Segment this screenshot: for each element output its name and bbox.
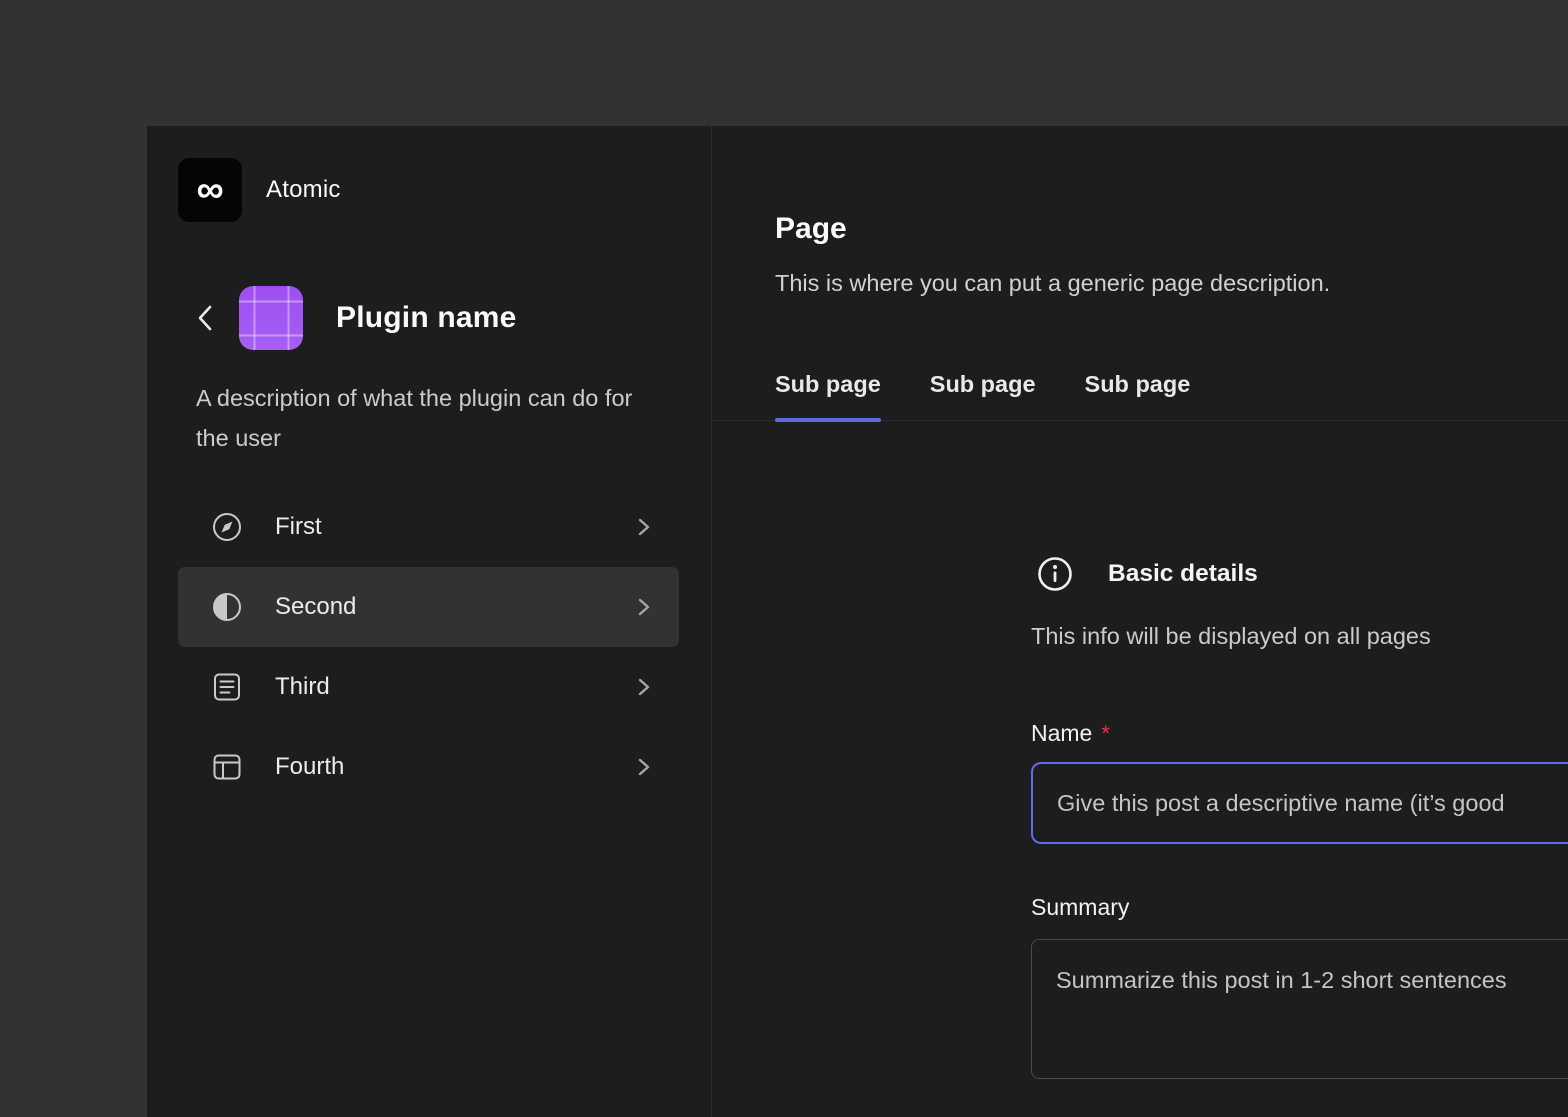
sidebar-item-label: Fourth [275,753,344,781]
sidebar-item-first[interactable]: First [178,487,679,567]
tab-bar: Sub page Sub page Sub page [775,371,1190,420]
chevron-left-icon [195,303,215,333]
sidebar-item-third[interactable]: Third [178,647,679,727]
tab-sub-page-2[interactable]: Sub page [930,371,1036,420]
name-field-label: Name* [1031,728,1110,745]
page-header: Page This is where you can put a generic… [713,126,1568,421]
page-title: Page [775,212,847,246]
tab-label: Sub page [1085,371,1191,397]
sidebar-item-fourth[interactable]: Fourth [178,727,679,807]
active-tab-underline [775,418,881,422]
info-icon [1037,556,1073,592]
page-description: This is where you can put a generic page… [775,270,1330,297]
section-subtitle: This info will be displayed on all pages [1031,622,1568,650]
sidebar-item-label: Second [275,593,356,621]
sidebar-item-label: Third [275,673,330,701]
sidebar: ∞ Atomic [147,126,712,1117]
app-window: ∞ Atomic [147,126,1568,1117]
section-title: Basic details [1108,560,1258,588]
summary-textarea[interactable] [1031,939,1568,1079]
brand-row: ∞ Atomic [178,158,341,222]
compass-icon [211,511,243,543]
infinity-icon: ∞ [178,158,242,222]
document-icon [211,671,243,703]
plugin-header: Plugin name [147,286,711,350]
required-asterisk: * [1101,721,1110,746]
back-button[interactable] [191,302,219,334]
main-content: Page This is where you can put a generic… [713,126,1568,1117]
basic-details-section: Basic details This info will be displaye… [1031,556,1568,1079]
brand-name: Atomic [266,176,341,204]
plugin-grid-icon [239,286,303,350]
plugin-description: A description of what the plugin can do … [196,378,658,458]
chevron-right-icon [635,675,651,699]
contrast-icon [211,591,243,623]
sidebar-item-second[interactable]: Second [178,567,679,647]
chevron-right-icon [635,755,651,779]
tab-sub-page-1[interactable]: Sub page [775,371,881,420]
name-input[interactable] [1031,762,1568,844]
tab-label: Sub page [930,371,1036,397]
layout-icon [211,751,243,783]
name-field-group: Name* [1031,720,1568,844]
chevron-right-icon [635,595,651,619]
chevron-right-icon [635,515,651,539]
sidebar-nav: First Second [178,487,679,807]
summary-field-group: Summary [1031,894,1568,1079]
section-header: Basic details [1031,556,1568,592]
plugin-name: Plugin name [336,301,517,335]
summary-field-label: Summary [1031,902,1129,919]
tab-sub-page-3[interactable]: Sub page [1085,371,1191,420]
sidebar-item-label: First [275,513,322,541]
tab-label: Sub page [775,371,881,397]
